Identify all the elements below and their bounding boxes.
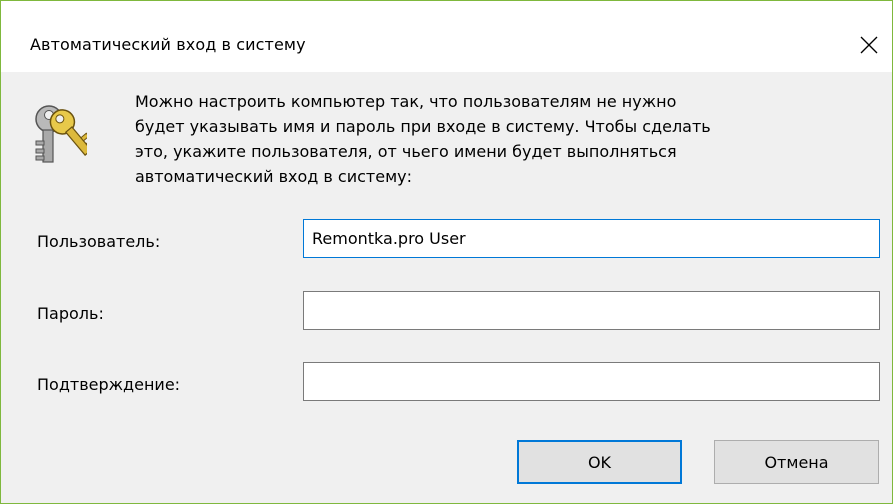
confirm-password-label: Подтверждение: xyxy=(37,375,181,394)
dialog-body: Можно настроить компьютер так, что польз… xyxy=(1,72,892,503)
description-line: будет указывать имя и пароль при входе в… xyxy=(135,117,711,136)
password-input[interactable] xyxy=(303,291,880,330)
window-title: Автоматический вход в систему xyxy=(30,35,306,54)
description-line: автоматический вход в систему: xyxy=(135,167,413,186)
ok-button[interactable]: OK xyxy=(517,440,682,484)
user-label: Пользователь: xyxy=(37,232,161,251)
auto-logon-dialog: Автоматический вход в систему Можно наст… xyxy=(0,0,893,504)
confirm-password-input[interactable] xyxy=(303,362,880,401)
description-line: Можно настроить компьютер так, что польз… xyxy=(135,92,677,111)
close-button[interactable] xyxy=(846,19,892,71)
description-line: это, укажите пользователя, от чьего имен… xyxy=(135,142,677,161)
keys-icon xyxy=(35,105,87,163)
password-label: Пароль: xyxy=(37,304,104,323)
user-name-input[interactable] xyxy=(303,219,880,258)
close-icon xyxy=(860,36,878,54)
dialog-description: Можно настроить компьютер так, что польз… xyxy=(135,89,865,189)
cancel-button[interactable]: Отмена xyxy=(714,440,879,484)
